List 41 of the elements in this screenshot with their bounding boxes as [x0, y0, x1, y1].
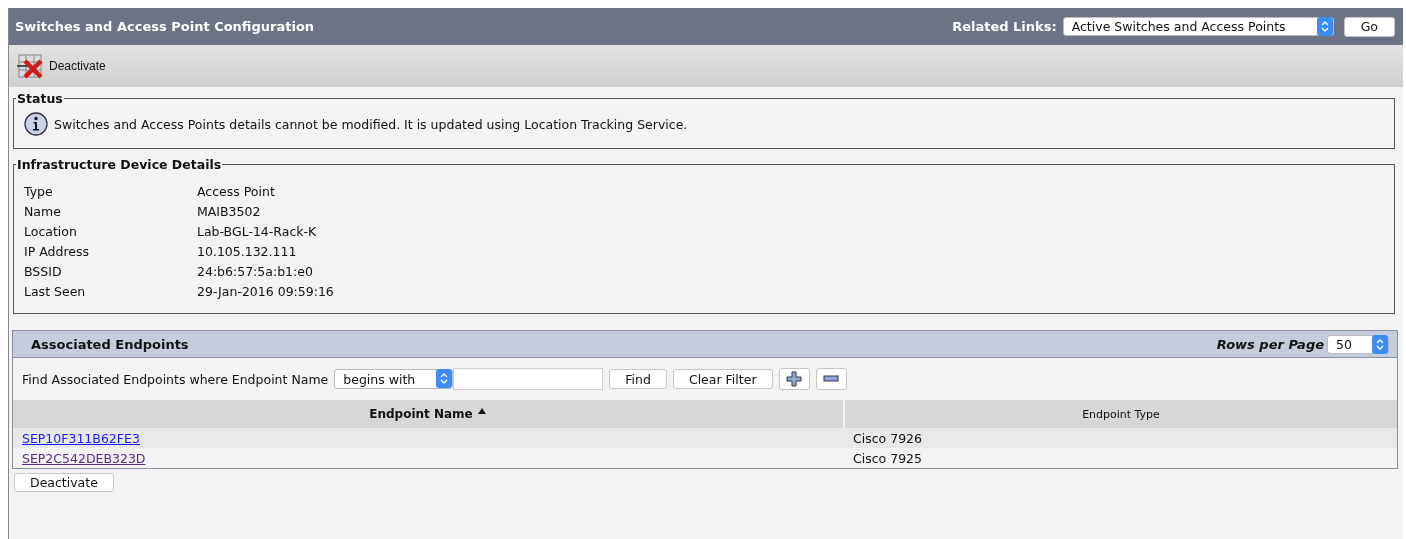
field-label: BSSID — [24, 264, 63, 279]
field-value: MAIB3502 — [197, 204, 262, 219]
field-label: Name — [24, 204, 62, 219]
minus-icon — [823, 375, 840, 383]
field-label: Type — [24, 184, 54, 199]
field-value: 24:b6:57:5a:b1:e0 — [197, 264, 314, 279]
field-value: Lab-BGL-14-Rack-K — [197, 224, 318, 239]
field-value: 29-Jan-2016 09:59:16 — [197, 284, 335, 299]
status-legend: Status — [16, 91, 64, 106]
endpoint-link[interactable]: SEP10F311B62FE3 — [22, 430, 140, 446]
related-links-label: Related Links: — [952, 19, 1057, 34]
deactivate-icon — [17, 53, 45, 79]
details-legend: Infrastructure Device Details — [16, 157, 223, 172]
sort-ascending-icon — [476, 407, 487, 415]
status-message: Switches and Access Points details cannot be modified. It is updated using Location Tracking Service. — [54, 116, 688, 132]
deactivate-button[interactable]: Deactivate — [14, 473, 114, 492]
field-value: 10.105.132.111 — [197, 244, 298, 259]
find-button[interactable]: Find — [609, 369, 667, 389]
related-links-dropdown[interactable]: Active Switches and Access Points — [1062, 17, 1334, 36]
endpoint-link[interactable]: SEP2C542DEB323D — [22, 450, 146, 466]
rows-per-page-dropdown[interactable]: 50 — [1327, 334, 1389, 354]
column-header[interactable]: Endpoint Type — [844, 400, 1397, 428]
filter-label: Find Associated Endpoints where Endpoint Name — [22, 371, 329, 387]
rows-per-page-label: Rows per Page — [1216, 336, 1324, 352]
field-value: Access Point — [197, 184, 276, 199]
search-field[interactable] — [453, 368, 604, 390]
table-cell: Cisco 7926 — [844, 428, 1397, 448]
remove-button[interactable] — [815, 368, 847, 390]
go-button[interactable]: Go — [1343, 16, 1395, 37]
deactivate-button[interactable]: Deactivate — [17, 53, 106, 79]
column-header[interactable]: Endpoint Name — [13, 400, 844, 428]
field-label: Location — [24, 224, 78, 239]
info-icon — [24, 112, 48, 136]
field-label: IP Address — [24, 244, 90, 259]
add-button[interactable] — [778, 368, 810, 390]
panel-title: Associated Endpoints — [31, 336, 190, 352]
operator-dropdown[interactable]: begins with — [334, 369, 454, 389]
field-label: Last Seen — [24, 284, 87, 299]
plus-icon — [786, 371, 803, 387]
clear-filter-button[interactable]: Clear Filter — [672, 369, 773, 389]
page-title: Switches and Access Point Configuration — [15, 19, 316, 34]
